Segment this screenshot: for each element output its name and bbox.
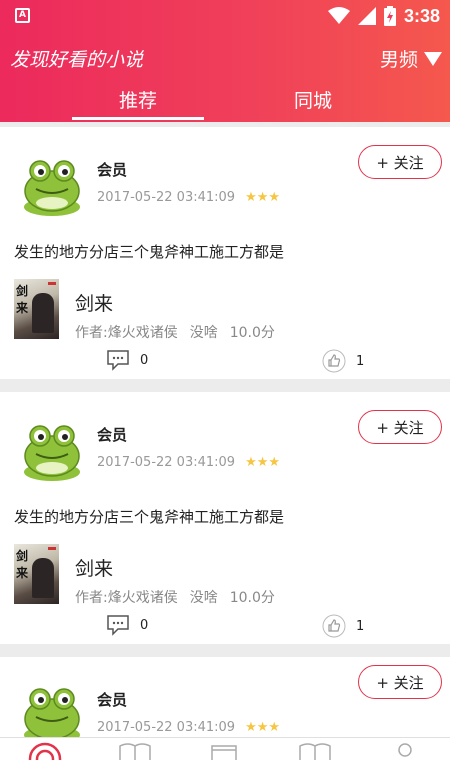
post-meta: 2017-05-22 03:41:09 ★★★ (97, 455, 280, 470)
feed-card: 会员 2017-05-22 03:41:09 ★★★ + 关注 (0, 657, 450, 737)
like-button[interactable]: 1 (322, 349, 364, 373)
username[interactable]: 会员 (97, 424, 127, 445)
comment-button[interactable]: 0 (106, 614, 148, 636)
post-timestamp: 2017-05-22 03:41:09 (97, 720, 236, 735)
signal-icon (357, 7, 376, 25)
target-icon[interactable] (28, 742, 62, 760)
like-button[interactable]: 1 (322, 614, 364, 638)
book-cover-image[interactable]: 剑 来 (14, 279, 59, 339)
publisher-mark (48, 282, 56, 285)
book-meta: 作者:烽火戏诸侯 没啥 10.0分 (75, 587, 275, 607)
feed-card: 会员 2017-05-22 03:41:09 ★★★ + 关注 发生的地方分店三… (0, 392, 450, 644)
active-tab-indicator (72, 117, 204, 120)
publisher-mark (48, 547, 56, 550)
feed-card: 会员 2017-05-22 03:41:09 ★★★ + 关注 发生的地方分店三… (0, 127, 450, 379)
like-count: 1 (356, 618, 365, 634)
comment-icon (107, 615, 129, 636)
thumbs-up-icon (322, 614, 346, 638)
follow-button[interactable]: + 关注 (358, 410, 442, 444)
wifi-icon (327, 7, 350, 24)
book-cover-char: 剑 (16, 284, 29, 298)
follow-button[interactable]: + 关注 (358, 145, 442, 179)
comment-button[interactable]: 0 (106, 349, 148, 371)
stack-icon[interactable] (208, 742, 242, 760)
book-icon[interactable] (118, 742, 152, 760)
post-text: 发生的地方分店三个鬼斧神工施工方都是 (14, 243, 285, 261)
post-timestamp: 2017-05-22 03:41:09 (97, 455, 236, 470)
book-cover-char: 剑 (16, 549, 29, 563)
cover-figure (32, 558, 54, 598)
like-count: 1 (356, 353, 365, 369)
follow-button[interactable]: + 关注 (358, 665, 442, 699)
bottom-navigation (0, 737, 450, 760)
post-timestamp: 2017-05-22 03:41:09 (97, 190, 236, 205)
frog-avatar-icon[interactable] (20, 420, 84, 484)
book-author: 作者:烽火戏诸侯 (75, 325, 178, 341)
post-text: 发生的地方分店三个鬼斧神工施工方都是 (14, 508, 285, 526)
post-meta: 2017-05-22 03:41:09 ★★★ (97, 190, 280, 205)
page-title: 发现好看的小说 (10, 49, 144, 71)
book-category: 没啥 (189, 590, 218, 606)
book-author: 作者:烽火戏诸侯 (75, 590, 178, 606)
rating-stars: ★★★ (245, 455, 281, 470)
profile-icon[interactable] (388, 742, 422, 760)
frog-avatar-icon[interactable] (20, 155, 84, 219)
app-notification-icon: A (15, 8, 30, 23)
book-meta: 作者:烽火戏诸侯 没啥 10.0分 (75, 322, 275, 342)
comment-icon (107, 350, 129, 371)
tab-recommend[interactable]: 推荐 (72, 86, 204, 113)
book-title[interactable]: 剑来 (75, 289, 113, 316)
cover-figure (32, 293, 54, 333)
battery-charging-icon (383, 6, 396, 26)
book-score: 10.0分 (229, 590, 275, 606)
username[interactable]: 会员 (97, 159, 127, 180)
comment-count: 0 (140, 352, 149, 368)
thumbs-up-icon (322, 349, 346, 373)
dropdown-triangle-icon (424, 51, 442, 66)
book-cover-char: 来 (16, 301, 29, 315)
post-meta: 2017-05-22 03:41:09 ★★★ (97, 720, 280, 735)
gender-filter-label: 男频 (379, 49, 418, 71)
gender-filter-dropdown[interactable]: 男频 (380, 45, 442, 72)
status-indicators: 3:38 (327, 4, 440, 28)
frog-avatar-icon[interactable] (20, 683, 84, 737)
clock: 3:38 (403, 5, 440, 26)
book-score: 10.0分 (229, 325, 275, 341)
book-cover-image[interactable]: 剑 来 (14, 544, 59, 604)
comment-count: 0 (140, 617, 149, 633)
status-bar: A 3:38 (0, 0, 450, 32)
tab-same-city[interactable]: 同城 (247, 86, 379, 113)
book-cover-char: 来 (16, 566, 29, 580)
rating-stars: ★★★ (245, 190, 281, 205)
open-book-icon[interactable] (298, 742, 332, 760)
book-category: 没啥 (189, 325, 218, 341)
rating-stars: ★★★ (245, 720, 281, 735)
username[interactable]: 会员 (97, 689, 127, 710)
book-title[interactable]: 剑来 (75, 554, 113, 581)
app-header: A 3:38 发现好看的小说 男频 推荐 同城 (0, 0, 450, 122)
